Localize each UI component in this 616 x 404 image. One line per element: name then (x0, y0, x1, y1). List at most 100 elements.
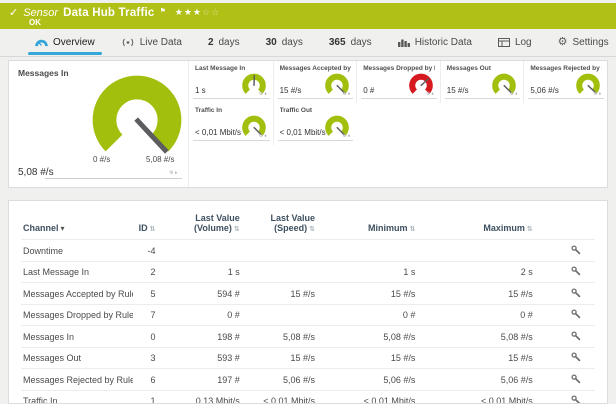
channels-table: Channel▾ ID⇅ Last Value (Volume)⇅ Last V… (21, 209, 595, 404)
channel-maximum: 0 # (417, 304, 534, 326)
sort-icon: ⇅ (309, 226, 315, 233)
tab-number: 30 (266, 37, 277, 48)
channel-minimum: 0 # (317, 304, 417, 326)
channel-last-value-volume: 0,13 Mbit/s (157, 390, 241, 404)
tab-bar: Overview Live Data 2 days 30 days 365 da… (0, 29, 616, 57)
edit-channel-button[interactable] (535, 369, 595, 391)
channel-id: 5 (133, 283, 157, 305)
ok-check-icon: ✓ (9, 6, 18, 19)
star-empty-icon[interactable]: ☆ (202, 7, 211, 17)
channel-last-value-speed: 15 #/s (242, 347, 317, 369)
edit-channel-button[interactable] (535, 240, 595, 262)
column-header-maximum[interactable]: Maximum⇅ (417, 209, 534, 240)
channel-minimum: 1 s (317, 261, 417, 283)
star-filled-icon[interactable]: ★ (175, 7, 184, 17)
channel-row: Messages In 0 198 # 5,08 #/s 5,08 #/s 5,… (21, 326, 595, 348)
channel-row: Messages Rejected by Rules 6 197 # 5,06 … (21, 369, 595, 391)
gauge-title: Messages In (18, 68, 69, 78)
wrench-icon (571, 352, 581, 362)
edit-channel-button[interactable] (535, 347, 595, 369)
channel-name[interactable]: Messages In (21, 326, 133, 348)
star-filled-icon[interactable]: ★ (193, 7, 202, 17)
gauge-tile-last-message-in[interactable]: Last Message In 1 s ⚙⬧ (189, 61, 273, 103)
channel-name[interactable]: Messages Accepted by Rules (21, 283, 133, 305)
log-icon (498, 38, 510, 47)
gauge-tile-messages-accepted-by-rules[interactable]: Messages Accepted by Rules 15 #/s ⚙⬧ (273, 61, 357, 103)
channels-table-panel: Channel▾ ID⇅ Last Value (Volume)⇅ Last V… (8, 200, 608, 404)
edit-channel-button[interactable] (535, 326, 595, 348)
channel-name[interactable]: Downtime (21, 240, 133, 262)
channel-last-value-speed: 5,06 #/s (242, 369, 317, 391)
tab-log[interactable]: Log (485, 29, 545, 56)
gauge-title: Traffic Out (280, 107, 352, 114)
channel-maximum: 5,08 #/s (417, 326, 534, 348)
tab-2-days[interactable]: 2 days (195, 29, 253, 56)
tab-label: Log (515, 37, 532, 48)
tab-30-days[interactable]: 30 days (253, 29, 316, 56)
sort-desc-icon: ▾ (61, 224, 65, 233)
channel-name[interactable]: Messages Dropped by Rules (21, 304, 133, 326)
wrench-icon (571, 309, 581, 319)
tab-historic-data[interactable]: Historic Data (385, 29, 485, 56)
channel-id: 6 (133, 369, 157, 391)
tab-live-data[interactable]: Live Data (108, 29, 195, 56)
sort-icon: ⇅ (234, 226, 240, 233)
channel-id: 1 (133, 390, 157, 404)
column-header-last-value-volume[interactable]: Last Value (Volume)⇅ (157, 209, 241, 240)
tab-label: days (351, 37, 372, 48)
channel-last-value-volume: 593 # (157, 347, 241, 369)
channel-name[interactable]: Messages Out (21, 347, 133, 369)
edit-channel-button[interactable] (535, 304, 595, 326)
gauge-tile-messages-rejected-by-rules[interactable]: Messages Rejected by Rules 5,06 #/s ⚙⬧ (523, 61, 607, 103)
gauge-tile-traffic-in[interactable]: Traffic In < 0,01 Mbit/s ⚙⬧ (189, 103, 273, 145)
tab-label: Overview (53, 37, 95, 48)
column-header-last-value-speed[interactable]: Last Value (Speed)⇅ (242, 209, 317, 240)
divider (278, 98, 354, 99)
edit-channel-button[interactable] (535, 283, 595, 305)
channel-minimum: < 0,01 Mbit/s (317, 390, 417, 404)
priority-flag-icon: ⚑ (159, 7, 165, 15)
channel-name[interactable]: Traffic In (21, 390, 133, 404)
small-gauge-grid: Last Message In 1 s ⚙⬧ Messages Accepted… (189, 61, 607, 187)
column-header-minimum[interactable]: Minimum⇅ (317, 209, 417, 240)
edit-channel-button[interactable] (535, 261, 595, 283)
star-filled-icon[interactable]: ★ (184, 7, 193, 17)
channel-name[interactable]: Messages Rejected by Rules (21, 369, 133, 391)
column-header-edit (535, 209, 595, 240)
channel-id: -4 (133, 240, 157, 262)
pin-icon: ⬧ (432, 91, 435, 97)
channel-maximum: 15 #/s (417, 283, 534, 305)
edit-channel-button[interactable] (535, 390, 595, 404)
channel-row: Traffic In 1 0,13 Mbit/s < 0,01 Mbit/s <… (21, 390, 595, 404)
gauge-tile-messages-out[interactable]: Messages Out 15 #/s ⚙⬧ (440, 61, 524, 103)
tab-settings[interactable]: ⚙ Settings (545, 29, 616, 56)
tab-overview[interactable]: Overview (22, 29, 108, 56)
column-header-id[interactable]: ID⇅ (133, 209, 157, 240)
gauge-value: 15 #/s (280, 86, 302, 95)
tab-365-days[interactable]: 365 days (316, 29, 385, 56)
sort-icon: ⇅ (409, 226, 415, 233)
divider (45, 178, 182, 179)
channel-last-value-speed (242, 261, 317, 283)
priority-stars[interactable]: ★★★☆☆ (175, 7, 220, 18)
sensor-banner: ✓ Sensor Data Hub Traffic ⚑ ★★★☆☆ OK (0, 3, 616, 29)
channel-maximum: 5,06 #/s (417, 369, 534, 391)
sensor-status: OK (29, 18, 616, 27)
gauge-tile-messages-dropped-by-rules[interactable]: Messages Dropped by Rules 0 # ⚙⬧ (356, 61, 440, 103)
divider (528, 98, 604, 99)
channel-row: Last Message In 2 1 s 1 s 2 s (21, 261, 595, 283)
sensor-title: Data Hub Traffic (63, 7, 154, 19)
channel-id: 7 (133, 304, 157, 326)
tab-number: 365 (329, 37, 346, 48)
wrench-icon (571, 331, 581, 341)
channel-last-value-volume: 594 # (157, 283, 241, 305)
column-header-channel[interactable]: Channel▾ (21, 209, 133, 240)
channel-name[interactable]: Last Message In (21, 261, 133, 283)
divider (193, 140, 270, 141)
gauge-tile-messages-in[interactable]: Messages In 0 #/s 5,08 #/s 5,08 #/s ⚙⬧ (9, 61, 189, 187)
channel-last-value-volume: 0 # (157, 304, 241, 326)
star-empty-icon[interactable]: ☆ (211, 7, 220, 17)
gauge-value: 0 # (363, 86, 374, 95)
tab-label: Live Data (140, 37, 182, 48)
gauge-tile-traffic-out[interactable]: Traffic Out < 0,01 Mbit/s ⚙⬧ (273, 103, 357, 145)
